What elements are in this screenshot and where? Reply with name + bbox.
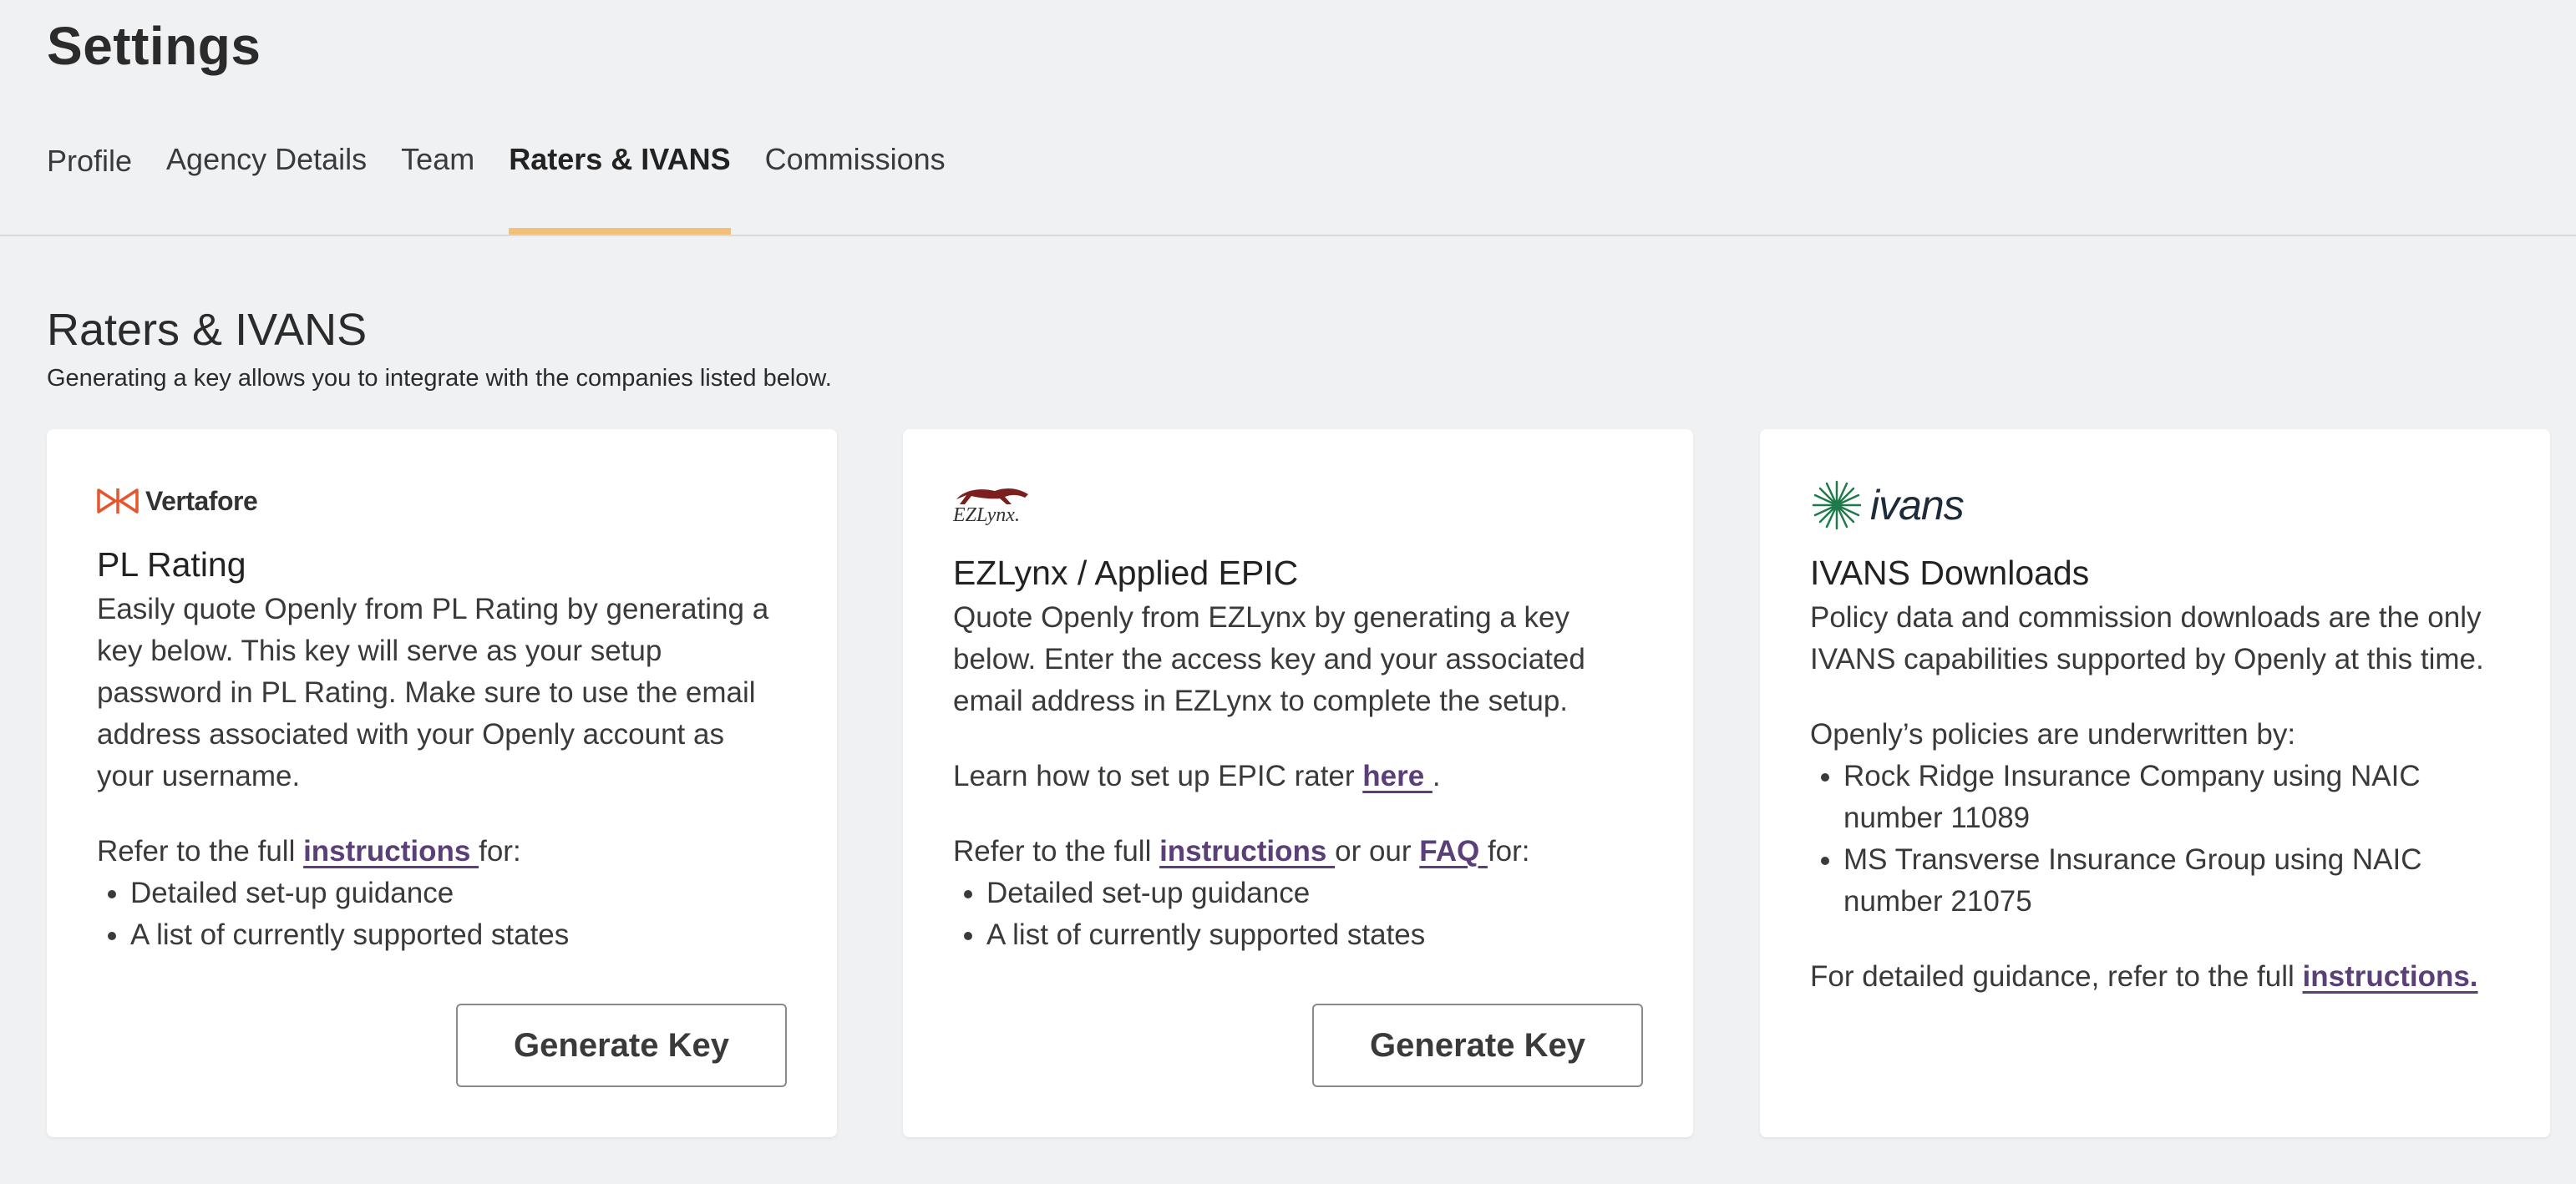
list-item: Detailed set-up guidance: [986, 873, 1643, 914]
refer-middle: or our: [1335, 835, 1420, 868]
page-title: Settings: [47, 16, 261, 76]
refer-line: Refer to the full instructions or our FA…: [953, 831, 1643, 873]
learn-line: Learn how to set up EPIC rater here .: [953, 756, 1643, 797]
refer-prefix: Refer to the full: [953, 835, 1160, 868]
instructions-link[interactable]: instructions: [1159, 835, 1335, 868]
pl-rating-card: Vertafore PL Rating Easily quote Openly …: [47, 429, 837, 1137]
section-title: Raters & IVANS: [47, 305, 368, 355]
card-title: PL Rating: [97, 545, 246, 584]
generate-key-button[interactable]: Generate Key: [456, 1004, 787, 1087]
ivans-logo: ivans: [1810, 476, 2500, 534]
settings-tabs: Profile Agency Details Team Raters & IVA…: [47, 142, 980, 235]
tab-raters-ivans[interactable]: Raters & IVANS: [509, 142, 732, 235]
guidance-list: Detailed set-up guidance A list of curre…: [97, 873, 787, 956]
card-title: EZLynx / Applied EPIC: [953, 554, 1299, 592]
ezlynx-logo: EZLynx.: [953, 476, 1643, 534]
refer-prefix: Refer to the full: [97, 835, 304, 868]
guidance-list: Detailed set-up guidance A list of curre…: [953, 873, 1643, 956]
vertafore-logo-icon: [97, 488, 139, 514]
instructions-link[interactable]: instructions: [303, 835, 479, 868]
ivans-logo-icon: [1812, 480, 1862, 530]
tab-team[interactable]: Team: [401, 142, 474, 235]
vertafore-logo-text: Vertafore: [145, 485, 258, 516]
ivans-logo-text: ivans: [1870, 482, 1965, 529]
refer-suffix: for:: [1487, 835, 1530, 868]
section-subtitle: Generating a key allows you to integrate…: [47, 365, 832, 392]
guidance-prefix: For detailed guidance, refer to the full: [1810, 960, 2303, 994]
generate-key-button[interactable]: Generate Key: [1312, 1004, 1643, 1087]
learn-suffix: .: [1432, 760, 1441, 793]
underwriter-list: Rock Ridge Insurance Company using NAIC …: [1810, 756, 2500, 923]
instructions-link[interactable]: instructions.: [2303, 960, 2478, 993]
card-title: IVANS Downloads: [1810, 554, 2090, 592]
here-link[interactable]: here: [1362, 760, 1433, 792]
ezlynx-card: EZLynx. EZLynx / Applied EPIC Quote Open…: [903, 429, 1693, 1137]
ezlynx-logo-icon: [956, 488, 1028, 504]
list-item: MS Transverse Insurance Group using NAIC…: [1843, 839, 2500, 923]
list-item: Rock Ridge Insurance Company using NAIC …: [1843, 756, 2500, 839]
faq-link[interactable]: FAQ: [1419, 835, 1488, 868]
card-description: Quote Openly from EZLynx by generating a…: [953, 601, 1585, 718]
list-item: Detailed set-up guidance: [130, 873, 787, 914]
tab-divider: [0, 235, 2576, 236]
ivans-card: ivans IVANS Downloads Policy data and co…: [1760, 429, 2550, 1137]
tab-profile[interactable]: Profile: [47, 142, 132, 237]
ezlynx-logo-text: EZLynx.: [953, 503, 1020, 526]
guidance-line: For detailed guidance, refer to the full…: [1810, 956, 2500, 998]
learn-prefix: Learn how to set up EPIC rater: [953, 760, 1363, 793]
card-description: Easily quote Openly from PL Rating by ge…: [97, 593, 769, 793]
refer-suffix: for:: [479, 835, 521, 868]
card-description: Policy data and commission downloads are…: [1810, 601, 2484, 676]
vertafore-logo: Vertafore: [97, 476, 787, 526]
underwritten-label: Openly’s policies are underwritten by:: [1810, 718, 2296, 751]
tab-agency-details[interactable]: Agency Details: [166, 142, 367, 235]
refer-line: Refer to the full instructions for:: [97, 831, 787, 873]
list-item: A list of currently supported states: [130, 914, 787, 956]
tab-commissions[interactable]: Commissions: [765, 142, 946, 235]
list-item: A list of currently supported states: [986, 914, 1643, 956]
